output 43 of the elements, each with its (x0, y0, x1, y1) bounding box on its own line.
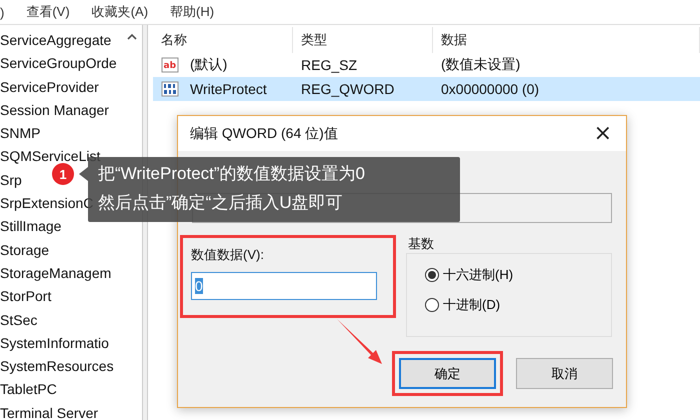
group-label: 基数 (408, 235, 435, 253)
string-value-icon: ab (161, 56, 179, 74)
tree-item[interactable]: SystemInformatio (0, 332, 122, 356)
table-row[interactable]: ab (默认) REG_SZ (数值未设置) (153, 53, 700, 77)
tree-item[interactable]: Storage (0, 238, 122, 262)
binary-value-icon (161, 80, 179, 98)
tree-item[interactable]: Terminal Server (0, 402, 122, 420)
tree-item[interactable]: StillImage (0, 215, 122, 239)
tree-item[interactable]: SNMP (0, 122, 122, 146)
table-cell-text: (数值未设置) (440, 56, 522, 74)
close-button[interactable]: × (590, 121, 616, 146)
tree-item[interactable]: Session Manager (0, 98, 122, 122)
tree-item[interactable]: ServiceProvider (0, 76, 122, 99)
column-header[interactable]: 类型 (293, 27, 433, 53)
tree-item[interactable]: StorPort (0, 285, 122, 309)
radio-option[interactable]: 十六进制(H) (425, 266, 611, 284)
column-header[interactable]: 名称 (153, 27, 293, 53)
table-cell-text: 0x00000000 (0) (440, 81, 540, 97)
column-header[interactable]: 数据 (433, 27, 700, 53)
dialog-title: 编辑 QWORD (64 位)值 (190, 124, 338, 142)
step-number: 1 (52, 163, 74, 185)
menu-item[interactable]: 收藏夹(A) (92, 3, 148, 21)
menu-item[interactable]: 帮助(H) (170, 3, 214, 21)
table-cell-text: REG_SZ (300, 57, 358, 73)
field-label: 数值数据(V): (191, 246, 265, 264)
tree-item[interactable]: TabletPC (0, 378, 122, 402)
tree-item[interactable]: StorageManagem (0, 262, 122, 286)
callout-text: 把“WriteProtect”的数值数据设置为0 (98, 164, 366, 185)
tree-item[interactable]: SystemResources (0, 355, 122, 378)
dialog-button[interactable]: 取消 (516, 358, 613, 389)
tree-item[interactable]: ServiceAggregate (0, 29, 122, 52)
table-row[interactable]: WriteProtect REG_QWORD 0x00000000 (0) (153, 77, 700, 101)
menu-item[interactable]: 查看(V) (26, 3, 70, 21)
radio-option[interactable]: 十进制(D) (425, 296, 611, 314)
callout-text: 然后点击”确定“之后插入U盘即可 (98, 192, 344, 214)
table-cell-text: (默认) (189, 56, 228, 74)
tree-item[interactable]: StSec (0, 308, 122, 332)
menu-item[interactable]: ) (0, 4, 4, 20)
table-cell-text: WriteProtect (189, 81, 267, 97)
table-cell-text: REG_QWORD (300, 81, 396, 97)
tree-item[interactable]: ServiceGroupOrde (0, 52, 122, 76)
dialog-button[interactable]: 确定 (399, 358, 496, 389)
scroll-up-icon[interactable] (127, 33, 137, 40)
